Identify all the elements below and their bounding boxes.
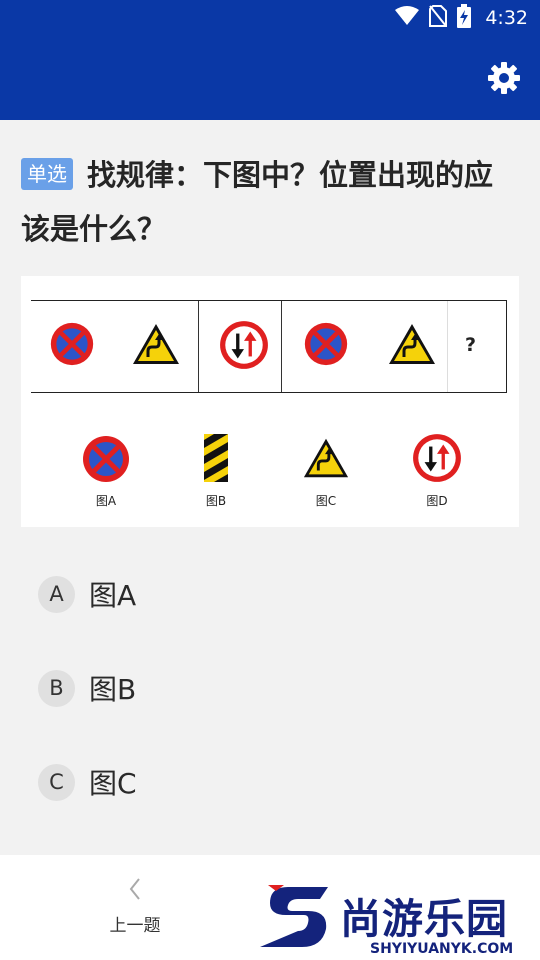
wifi-icon	[395, 6, 420, 30]
question-text: 找规律：下图中？位置出现的应该是什么？	[21, 158, 494, 246]
bottom-bar: 上一题 尚游乐园 SHYIYUANYK.COM	[0, 855, 540, 960]
candidate-hazard-post-sign	[204, 434, 228, 482]
winding-road-sign	[131, 321, 181, 367]
missing-item-mark: ?	[465, 334, 477, 356]
question-stem: 单选 找规律：下图中？位置出现的应该是什么？	[21, 148, 521, 256]
option-a[interactable]: A 图A	[38, 564, 498, 624]
option-letter: C	[38, 763, 75, 801]
option-c[interactable]: C 图C	[38, 752, 498, 812]
previous-question-label: 上一题	[109, 916, 161, 936]
candidate-caption: 图D	[426, 494, 448, 508]
candidate-no-parking-sign	[81, 434, 131, 484]
no-sim-icon	[429, 5, 448, 31]
status-bar: 4:32	[0, 0, 540, 36]
watermark-logo: 尚游乐园 SHYIYUANYK.COM	[258, 875, 540, 960]
app-bar	[0, 36, 540, 120]
battery-charging-icon	[457, 4, 472, 32]
option-text: 图B	[89, 673, 137, 706]
candidate-caption: 图C	[315, 494, 337, 508]
option-text: 图A	[89, 579, 137, 612]
no-parking-sign	[303, 321, 349, 367]
chevron-left-icon	[96, 877, 174, 905]
two-way-traffic-sign	[218, 319, 270, 371]
clock: 4:32	[485, 7, 528, 29]
candidate-two-way-traffic-sign	[411, 432, 463, 484]
previous-question-button[interactable]: 上一题	[96, 877, 174, 947]
winding-road-sign	[387, 321, 437, 367]
question-type-badge: 单选	[21, 158, 73, 190]
watermark-url: SHYIYUANYK.COM	[370, 941, 514, 957]
candidate-winding-road-sign	[302, 436, 350, 480]
question-content: 单选 找规律：下图中？位置出现的应该是什么？ ? 图A 图B 图C 图D A 图A…	[0, 120, 540, 855]
no-parking-sign	[49, 321, 95, 367]
option-letter: A	[38, 575, 75, 613]
watermark-s-logo	[260, 885, 328, 947]
question-figure: ? 图A 图B 图C 图D	[21, 276, 519, 527]
watermark-text: 尚游乐园	[340, 895, 508, 943]
sequence-divider	[198, 301, 199, 392]
option-b[interactable]: B 图B	[38, 658, 498, 718]
gear-icon[interactable]	[488, 62, 520, 94]
option-letter: B	[38, 669, 75, 707]
pattern-sequence: ?	[31, 300, 507, 393]
candidate-caption: 图B	[205, 494, 227, 508]
sequence-divider	[447, 301, 448, 392]
candidate-caption: 图A	[95, 494, 117, 508]
option-text: 图C	[89, 767, 137, 800]
sequence-divider	[281, 301, 282, 392]
